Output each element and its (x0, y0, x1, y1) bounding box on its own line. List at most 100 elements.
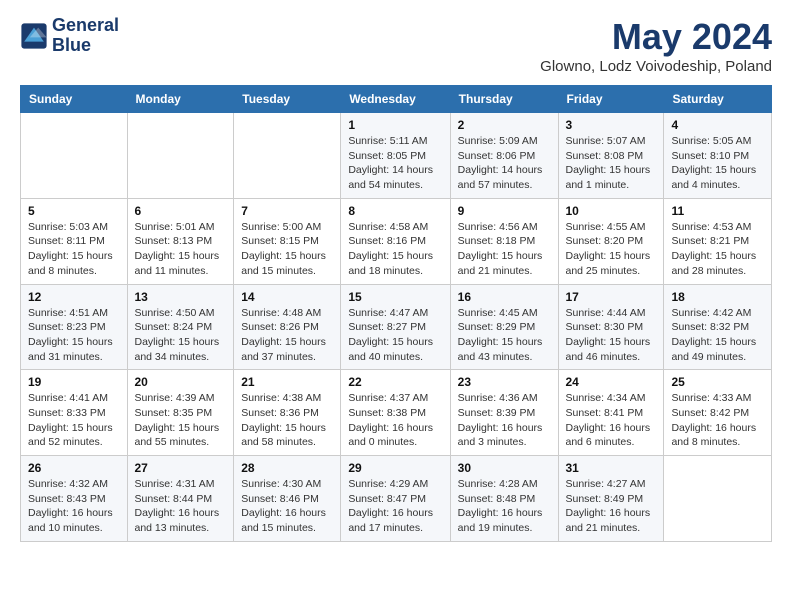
calendar-cell: 21 Sunrise: 4:38 AMSunset: 8:36 PMDayligh… (234, 370, 341, 456)
calendar-cell: 5Sunrise: 5:03 AMSunset: 8:11 PMDaylight… (21, 198, 128, 284)
day-number: 4 (671, 118, 764, 132)
day-number: 13 (135, 290, 227, 304)
location: Glowno, Lodz Voivodeship, Poland (540, 58, 772, 75)
calendar-cell (21, 113, 128, 199)
day-info: Sunrise: 5:01 AMSunset: 8:13 PMDaylight:… (135, 220, 227, 279)
day-info: Sunrise: 4:42 AMSunset: 8:32 PMDaylight:… (671, 306, 764, 365)
day-info: Sunrise: 5:07 AMSunset: 8:08 PMDaylight:… (566, 134, 657, 193)
day-info: Sunrise: 5:05 AMSunset: 8:10 PMDaylight:… (671, 134, 764, 193)
day-number: 28 (241, 461, 333, 475)
calendar-cell: 26 Sunrise: 4:32 AMSunset: 8:43 PMDayligh… (21, 456, 128, 542)
day-info: Sunrise: 4:38 AMSunset: 8:36 PMDaylight:… (241, 391, 333, 450)
calendar-cell: 30Sunrise: 4:28 AMSunset: 8:48 PMDayligh… (450, 456, 558, 542)
calendar-cell: 14Sunrise: 4:48 AMSunset: 8:26 PMDayligh… (234, 284, 341, 370)
day-info: Sunrise: 4:51 AMSunset: 8:23 PMDaylight:… (28, 306, 120, 365)
day-info: Sunrise: 5:03 AMSunset: 8:11 PMDaylight:… (28, 220, 120, 279)
day-header-tuesday: Tuesday (234, 86, 341, 113)
calendar-cell: 8 Sunrise: 4:58 AMSunset: 8:16 PMDaylight… (341, 198, 450, 284)
calendar-cell: 6 Sunrise: 5:01 AMSunset: 8:13 PMDaylight… (127, 198, 234, 284)
day-number: 16 (458, 290, 551, 304)
day-number: 15 (348, 290, 442, 304)
calendar-cell: 24 Sunrise: 4:34 AMSunset: 8:41 PMDayligh… (558, 370, 664, 456)
calendar-header-row: SundayMondayTuesdayWednesdayThursdayFrid… (21, 86, 772, 113)
calendar-cell: 4 Sunrise: 5:05 AMSunset: 8:10 PMDaylight… (664, 113, 772, 199)
day-number: 24 (566, 375, 657, 389)
calendar-cell: 18Sunrise: 4:42 AMSunset: 8:32 PMDayligh… (664, 284, 772, 370)
calendar-body: 1 Sunrise: 5:11 AMSunset: 8:05 PMDaylight… (21, 113, 772, 542)
calendar-week-4: 19Sunrise: 4:41 AMSunset: 8:33 PMDayligh… (21, 370, 772, 456)
day-info: Sunrise: 4:41 AMSunset: 8:33 PMDaylight:… (28, 391, 120, 450)
calendar-cell: 17 Sunrise: 4:44 AMSunset: 8:30 PMDayligh… (558, 284, 664, 370)
day-info: Sunrise: 4:58 AMSunset: 8:16 PMDaylight:… (348, 220, 442, 279)
calendar-table: SundayMondayTuesdayWednesdayThursdayFrid… (20, 85, 772, 542)
logo: General Blue (20, 16, 119, 56)
day-number: 17 (566, 290, 657, 304)
day-number: 20 (135, 375, 227, 389)
calendar-cell: 7Sunrise: 5:00 AMSunset: 8:15 PMDaylight… (234, 198, 341, 284)
page-header: General Blue May 2024 Glowno, Lodz Voivo… (20, 16, 772, 75)
day-header-sunday: Sunday (21, 86, 128, 113)
day-number: 9 (458, 204, 551, 218)
calendar-cell (127, 113, 234, 199)
day-info: Sunrise: 4:44 AMSunset: 8:30 PMDaylight:… (566, 306, 657, 365)
day-number: 27 (135, 461, 227, 475)
day-info: Sunrise: 4:37 AMSunset: 8:38 PMDaylight:… (348, 391, 442, 450)
calendar-cell: 25Sunrise: 4:33 AMSunset: 8:42 PMDayligh… (664, 370, 772, 456)
day-info: Sunrise: 5:09 AMSunset: 8:06 PMDaylight:… (458, 134, 551, 193)
calendar-cell (234, 113, 341, 199)
day-number: 21 (241, 375, 333, 389)
day-info: Sunrise: 4:32 AMSunset: 8:43 PMDaylight:… (28, 477, 120, 536)
day-info: Sunrise: 5:11 AMSunset: 8:05 PMDaylight:… (348, 134, 442, 193)
day-number: 26 (28, 461, 120, 475)
day-number: 3 (566, 118, 657, 132)
day-info: Sunrise: 4:47 AMSunset: 8:27 PMDaylight:… (348, 306, 442, 365)
calendar-cell: 9 Sunrise: 4:56 AMSunset: 8:18 PMDaylight… (450, 198, 558, 284)
calendar-cell: 27 Sunrise: 4:31 AMSunset: 8:44 PMDayligh… (127, 456, 234, 542)
day-number: 6 (135, 204, 227, 218)
day-number: 11 (671, 204, 764, 218)
day-number: 14 (241, 290, 333, 304)
day-number: 31 (566, 461, 657, 475)
day-info: Sunrise: 4:29 AMSunset: 8:47 PMDaylight:… (348, 477, 442, 536)
day-number: 8 (348, 204, 442, 218)
day-number: 25 (671, 375, 764, 389)
day-info: Sunrise: 4:34 AMSunset: 8:41 PMDaylight:… (566, 391, 657, 450)
day-info: Sunrise: 4:31 AMSunset: 8:44 PMDaylight:… (135, 477, 227, 536)
calendar-cell: 16 Sunrise: 4:45 AMSunset: 8:29 PMDayligh… (450, 284, 558, 370)
calendar-cell: 2 Sunrise: 5:09 AMSunset: 8:06 PMDaylight… (450, 113, 558, 199)
day-info: Sunrise: 4:56 AMSunset: 8:18 PMDaylight:… (458, 220, 551, 279)
calendar-cell (664, 456, 772, 542)
day-number: 2 (458, 118, 551, 132)
day-header-saturday: Saturday (664, 86, 772, 113)
day-info: Sunrise: 4:30 AMSunset: 8:46 PMDaylight:… (241, 477, 333, 536)
calendar-cell: 13 Sunrise: 4:50 AMSunset: 8:24 PMDayligh… (127, 284, 234, 370)
day-info: Sunrise: 4:39 AMSunset: 8:35 PMDaylight:… (135, 391, 227, 450)
calendar-cell: 15 Sunrise: 4:47 AMSunset: 8:27 PMDayligh… (341, 284, 450, 370)
month-title: May 2024 (540, 16, 772, 58)
day-number: 10 (566, 204, 657, 218)
day-number: 1 (348, 118, 442, 132)
calendar-cell: 3 Sunrise: 5:07 AMSunset: 8:08 PMDaylight… (558, 113, 664, 199)
day-info: Sunrise: 4:50 AMSunset: 8:24 PMDaylight:… (135, 306, 227, 365)
day-info: Sunrise: 4:36 AMSunset: 8:39 PMDaylight:… (458, 391, 551, 450)
calendar-week-3: 12Sunrise: 4:51 AMSunset: 8:23 PMDayligh… (21, 284, 772, 370)
calendar-week-5: 26 Sunrise: 4:32 AMSunset: 8:43 PMDayligh… (21, 456, 772, 542)
day-number: 22 (348, 375, 442, 389)
day-number: 23 (458, 375, 551, 389)
day-info: Sunrise: 4:45 AMSunset: 8:29 PMDaylight:… (458, 306, 551, 365)
day-header-wednesday: Wednesday (341, 86, 450, 113)
logo-icon (20, 22, 48, 50)
calendar-cell: 12Sunrise: 4:51 AMSunset: 8:23 PMDayligh… (21, 284, 128, 370)
calendar-week-1: 1 Sunrise: 5:11 AMSunset: 8:05 PMDaylight… (21, 113, 772, 199)
day-header-monday: Monday (127, 86, 234, 113)
day-number: 29 (348, 461, 442, 475)
calendar-cell: 29 Sunrise: 4:29 AMSunset: 8:47 PMDayligh… (341, 456, 450, 542)
day-info: Sunrise: 4:53 AMSunset: 8:21 PMDaylight:… (671, 220, 764, 279)
calendar-cell: 23 Sunrise: 4:36 AMSunset: 8:39 PMDayligh… (450, 370, 558, 456)
day-info: Sunrise: 4:55 AMSunset: 8:20 PMDaylight:… (566, 220, 657, 279)
calendar-cell: 11 Sunrise: 4:53 AMSunset: 8:21 PMDayligh… (664, 198, 772, 284)
day-header-thursday: Thursday (450, 86, 558, 113)
logo-text: General Blue (52, 16, 119, 56)
calendar-cell: 10 Sunrise: 4:55 AMSunset: 8:20 PMDayligh… (558, 198, 664, 284)
calendar-cell: 20 Sunrise: 4:39 AMSunset: 8:35 PMDayligh… (127, 370, 234, 456)
